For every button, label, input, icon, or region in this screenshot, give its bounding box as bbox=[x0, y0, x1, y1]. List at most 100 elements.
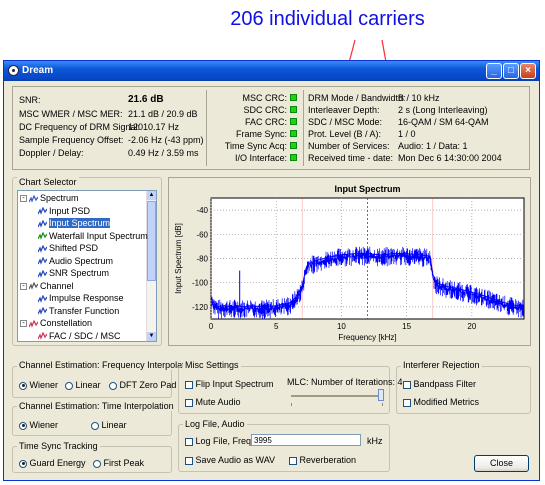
checkbox-label: Reverberation bbox=[299, 455, 357, 465]
radio-label: Wiener bbox=[29, 380, 59, 390]
x-tick-label: 5 bbox=[274, 322, 279, 331]
radio-icon[interactable] bbox=[91, 421, 99, 430]
chart-selector-item[interactable]: Audio Spectrum bbox=[37, 255, 114, 267]
radio-label: DFT Zero Pad bbox=[119, 380, 177, 390]
chart-selector-item-label: Channel bbox=[40, 280, 74, 291]
radio-icon[interactable] bbox=[19, 421, 27, 430]
scroll-down-arrow-icon[interactable]: ▼ bbox=[147, 332, 156, 341]
spectrum-group-icon bbox=[28, 194, 39, 203]
sdc-crc-led bbox=[290, 106, 297, 113]
mlc-slider-thumb[interactable] bbox=[378, 389, 384, 401]
checkbox-icon[interactable] bbox=[403, 380, 411, 389]
collapse-icon[interactable]: - bbox=[20, 195, 27, 203]
radio-label: Wiener bbox=[29, 420, 59, 430]
received-time-value: Mon Dec 6 14:30:00 2004 bbox=[398, 153, 502, 163]
chart-selector-item[interactable]: Impulse Response bbox=[37, 293, 124, 304]
time-sync-first-peak[interactable]: First Peak bbox=[93, 458, 144, 468]
sdc-msc-mode-value: 16-QAM / SM 64-QAM bbox=[398, 117, 489, 127]
y-tick-label: -120 bbox=[192, 303, 209, 312]
chart-selector-item-label: FAC / SDC / MSC bbox=[49, 330, 121, 341]
freq-interp-wiener[interactable]: Wiener bbox=[19, 380, 58, 390]
title-bar[interactable]: Dream _ □ × bbox=[4, 61, 539, 81]
checkbox-icon[interactable] bbox=[185, 398, 193, 407]
checkbox-label: Flip Input Spectrum bbox=[195, 379, 274, 389]
radio-icon[interactable] bbox=[19, 459, 27, 468]
snr-icon bbox=[37, 269, 48, 278]
snr-value: 21.6 dB bbox=[128, 94, 164, 105]
mer-value: 21.1 dB / 20.9 dB bbox=[128, 109, 198, 119]
doppler-label: Doppler / Delay: bbox=[19, 148, 84, 158]
time-interp-title: Channel Estimation: Time Interpolation bbox=[17, 401, 176, 411]
log-frequency-input[interactable] bbox=[251, 434, 361, 446]
checkbox-icon[interactable] bbox=[185, 437, 193, 446]
chart-selector-item[interactable]: SNR Spectrum bbox=[37, 268, 109, 279]
close-window-button[interactable]: × bbox=[520, 63, 536, 79]
misc-settings-title: Misc Settings bbox=[183, 360, 241, 370]
bandpass-filter-option[interactable]: Bandpass Filter bbox=[403, 379, 476, 389]
checkbox-label: Save Audio as WAV bbox=[195, 455, 276, 465]
collapse-icon[interactable]: - bbox=[20, 320, 27, 328]
chart-selector-item-label: Shifted PSD bbox=[49, 243, 99, 253]
freq-interp-dft[interactable]: DFT Zero Pad bbox=[109, 380, 176, 390]
chart-selector-item[interactable]: Transfer Function bbox=[37, 305, 120, 317]
checkbox-icon[interactable] bbox=[289, 456, 297, 465]
chart-selector-item[interactable]: - Spectrum bbox=[20, 193, 79, 204]
save-wav-option[interactable]: Save Audio as WAV bbox=[185, 455, 275, 465]
y-axis-label: Input Spectrum [dB] bbox=[174, 223, 183, 294]
chart-selector-item-label: Audio Spectrum bbox=[49, 255, 114, 266]
constellation-group-icon bbox=[28, 319, 39, 328]
chart-selector-tree[interactable]: ▲ ▼ - Spectrum Input PSD Input Spectrum Wate… bbox=[17, 190, 157, 342]
msc-crc-led bbox=[290, 94, 297, 101]
chart-selector-item[interactable]: Input PSD bbox=[37, 206, 90, 217]
radio-icon[interactable] bbox=[19, 381, 27, 390]
collapse-icon[interactable]: - bbox=[20, 282, 27, 290]
radio-icon[interactable] bbox=[93, 459, 101, 468]
radio-icon[interactable] bbox=[65, 381, 73, 390]
x-tick-label: 10 bbox=[337, 322, 346, 331]
freq-interp-linear[interactable]: Linear bbox=[65, 380, 101, 390]
chart-selector-item[interactable]: Shifted PSD bbox=[37, 243, 99, 254]
chart-selector-item-label: Constellation bbox=[40, 318, 93, 328]
modified-metrics-option[interactable]: Modified Metrics bbox=[403, 397, 479, 407]
flip-spectrum-option[interactable]: Flip Input Spectrum bbox=[185, 379, 274, 389]
maximize-button[interactable]: □ bbox=[503, 63, 519, 79]
checkbox-label: Modified Metrics bbox=[413, 397, 480, 407]
reverberation-option[interactable]: Reverberation bbox=[289, 455, 356, 465]
checkbox-icon[interactable] bbox=[403, 398, 411, 407]
chart-selector-item-label: Waterfall Input Spectrum bbox=[49, 230, 148, 241]
time-sync-acq-led bbox=[290, 142, 297, 149]
radio-label: Linear bbox=[101, 420, 127, 430]
scroll-thumb[interactable] bbox=[147, 201, 156, 281]
log-file-option[interactable]: Log File, Freq: bbox=[185, 436, 254, 446]
dream-window: Dream _ □ × SNR: 21.6 dB MSC WMER / MSC … bbox=[3, 60, 540, 481]
chart-selector-item[interactable]: - Channel bbox=[20, 281, 74, 292]
close-button[interactable]: Close bbox=[474, 455, 529, 472]
scroll-up-arrow-icon[interactable]: ▲ bbox=[147, 191, 156, 200]
y-tick-label: -100 bbox=[192, 279, 209, 288]
checkbox-icon[interactable] bbox=[185, 380, 193, 389]
chart-selector-item[interactable]: FAC / SDC / MSC bbox=[37, 330, 121, 342]
checkbox-icon[interactable] bbox=[185, 456, 193, 465]
frame-sync-led bbox=[290, 130, 297, 137]
chart-selector-item[interactable]: - Constellation bbox=[20, 318, 92, 329]
radio-icon[interactable] bbox=[109, 381, 117, 390]
radio-label: First Peak bbox=[103, 458, 145, 468]
freq-interp-group: Channel Estimation: Frequency Interpolat… bbox=[12, 360, 199, 398]
prot-level-label: Prot. Level (B / A): bbox=[308, 129, 382, 139]
y-tick-label: -80 bbox=[196, 255, 208, 264]
checkbox-label: Mute Audio bbox=[195, 397, 241, 407]
time-interp-linear[interactable]: Linear bbox=[91, 420, 127, 430]
impulse-icon bbox=[37, 294, 48, 303]
sample-offset-label: Sample Frequency Offset: bbox=[19, 135, 124, 145]
mute-audio-option[interactable]: Mute Audio bbox=[185, 397, 241, 407]
log-file-group: Log File, Audio Log File, Freq: kHz Save… bbox=[178, 419, 390, 472]
chart-selector-item[interactable]: Waterfall Input Spectrum bbox=[37, 230, 148, 242]
time-sync-guard-energy[interactable]: Guard Energy bbox=[19, 458, 86, 468]
tree-scrollbar[interactable]: ▲ ▼ bbox=[146, 191, 156, 341]
chart-selector-item[interactable]: Input Spectrum bbox=[37, 218, 111, 229]
mlc-slider-track[interactable] bbox=[291, 395, 383, 397]
time-interp-wiener[interactable]: Wiener bbox=[19, 420, 58, 430]
minimize-button[interactable]: _ bbox=[486, 63, 502, 79]
received-time-label: Received time - date: bbox=[308, 153, 394, 163]
chart-selector-item-label: Transfer Function bbox=[49, 305, 120, 316]
